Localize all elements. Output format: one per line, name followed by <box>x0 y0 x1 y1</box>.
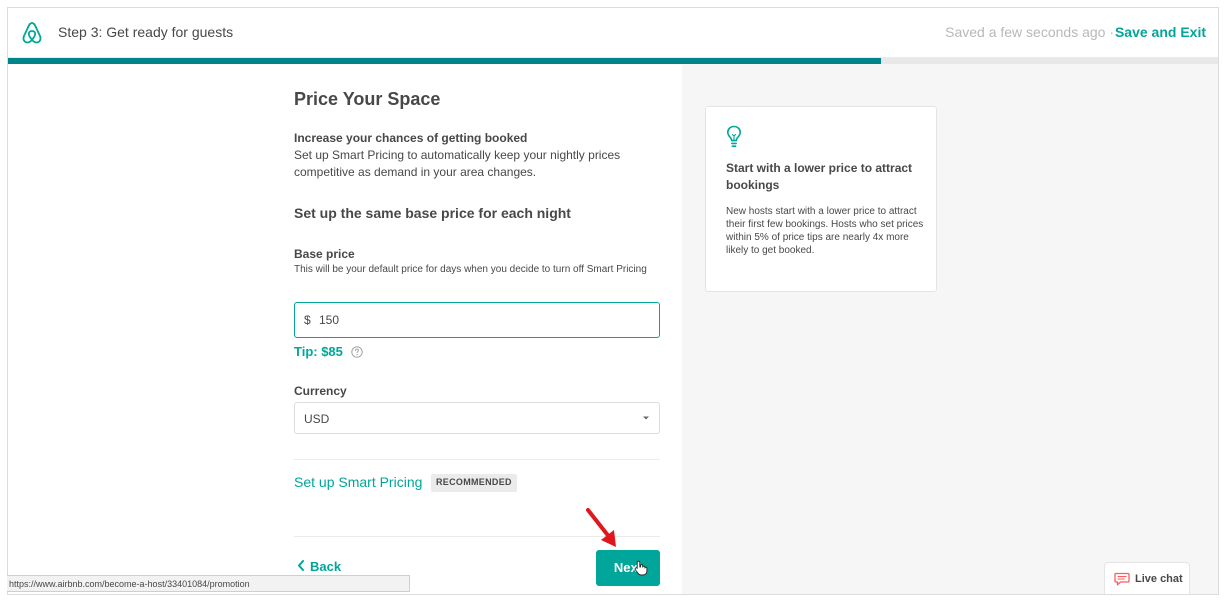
status-bar-url: https://www.airbnb.com/become-a-host/334… <box>7 575 410 592</box>
help-circle-icon[interactable] <box>351 346 363 358</box>
saved-status: Saved a few seconds ago · <box>945 24 1114 40</box>
save-and-exit-button[interactable]: Save and Exit <box>1115 24 1206 40</box>
chevron-left-icon <box>298 560 304 571</box>
page-title: Price Your Space <box>294 89 441 109</box>
live-chat-button[interactable]: Live chat <box>1104 562 1190 594</box>
currency-label: Currency <box>294 384 347 398</box>
base-price-label: Base price <box>294 247 355 261</box>
next-button[interactable]: Next <box>596 550 660 586</box>
smart-pricing-link[interactable]: Set up Smart Pricing <box>294 474 422 490</box>
base-price-field[interactable]: $ <box>294 302 660 338</box>
chevron-down-icon <box>643 416 649 420</box>
currency-symbol: $ <box>304 313 311 327</box>
lightbulb-icon <box>727 125 741 147</box>
base-price-section-heading: Set up the same base price for each nigh… <box>294 205 571 221</box>
booking-chance-text: Set up Smart Pricing to automatically ke… <box>294 148 621 179</box>
pricing-tip-card: Start with a lower price to attract book… <box>705 106 937 292</box>
main-panel: Price Your Space Increase your chances o… <box>8 64 682 594</box>
tip-card-heading: Start with a lower price to attract book… <box>726 161 913 192</box>
live-chat-label: Live chat <box>1135 573 1183 585</box>
top-header: Step 3: Get ready for guests Saved a few… <box>8 8 1218 58</box>
chat-bubble-icon <box>1114 572 1130 586</box>
tips-panel: Start with a lower price to attract book… <box>682 64 1218 594</box>
base-price-help-text: This will be your default price for days… <box>294 264 647 275</box>
back-button-label: Back <box>310 559 342 574</box>
booking-chance-heading: Increase your chances of getting booked <box>294 131 528 145</box>
tip-card-body: New hosts start with a lower price to at… <box>726 206 924 256</box>
price-tip-link[interactable]: Tip: $85 <box>294 344 343 359</box>
red-arrow-annotation <box>586 508 616 547</box>
hand-cursor-icon <box>634 560 648 576</box>
step-title: Step 3: Get ready for guests <box>58 24 234 40</box>
back-button[interactable]: Back <box>297 559 341 574</box>
base-price-input[interactable] <box>319 309 649 331</box>
divider <box>294 459 660 460</box>
recommended-badge: RECOMMENDED <box>431 474 517 492</box>
airbnb-logo-icon[interactable] <box>21 21 43 45</box>
currency-selected-value: USD <box>304 412 330 426</box>
currency-select[interactable]: USD <box>294 402 660 434</box>
